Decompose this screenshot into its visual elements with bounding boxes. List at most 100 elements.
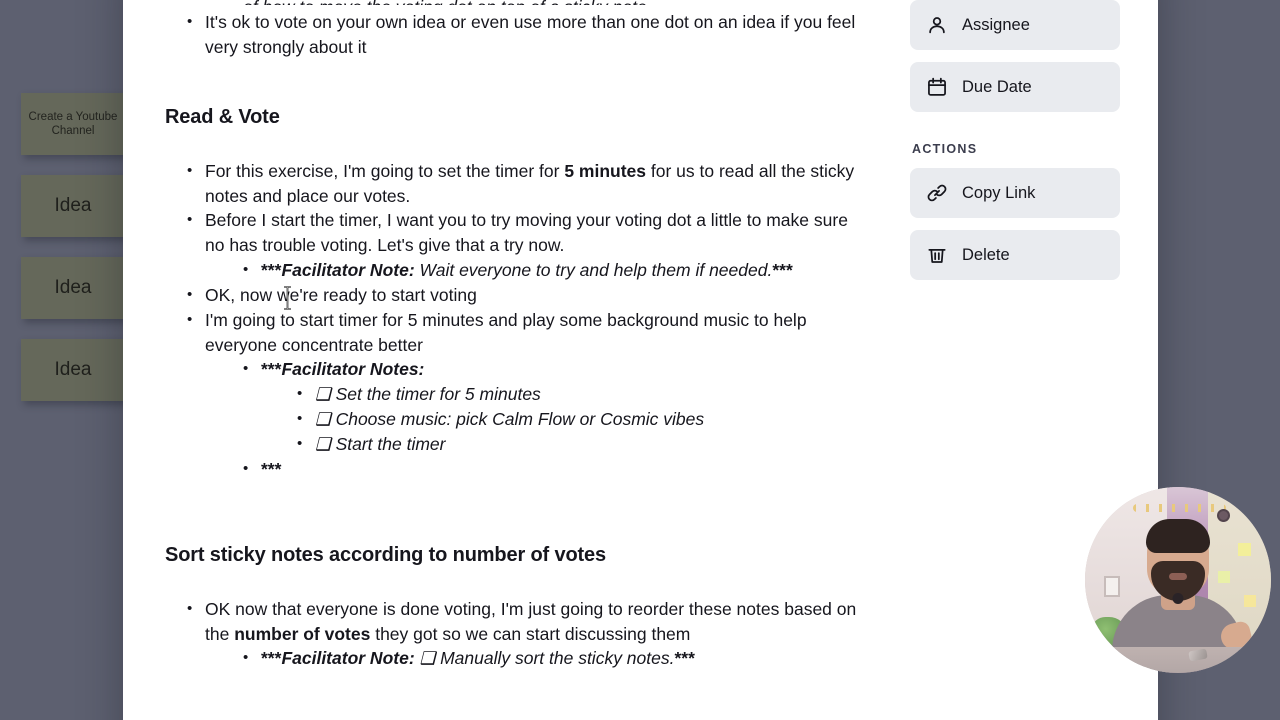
- webcam-video-frame: [1085, 487, 1271, 673]
- assignee-button-label: Assignee: [962, 15, 1030, 34]
- copy-link-button-label: Copy Link: [962, 183, 1036, 202]
- facilitator-note-label: Facilitator Note:: [281, 648, 415, 669]
- list-item-text: I'm going to start timer for 5 minutes a…: [205, 309, 807, 355]
- checkbox-icon[interactable]: ❑: [315, 434, 331, 454]
- bullet-glyph: •: [187, 285, 193, 303]
- checkbox-icon[interactable]: ❑: [315, 384, 331, 404]
- list-item-text: Before I start the timer, I want you to …: [205, 210, 848, 256]
- app-root: Create a Youtube Channel Idea Idea Idea …: [0, 0, 1280, 720]
- bullet-glyph: •: [187, 211, 193, 229]
- facilitator-note: ***Facilitator Note: ❑ Manually sort the…: [261, 646, 865, 671]
- sticky-note[interactable]: Idea: [21, 257, 125, 319]
- text-run: ***: [261, 648, 282, 669]
- list-item-text: It's ok to vote on your own idea or even…: [205, 12, 856, 57]
- list-item: • It's ok to vote on your own idea or ev…: [165, 10, 865, 60]
- presenter-pendant: [1172, 593, 1184, 605]
- facilitator-note-text: ❑ Manually sort the sticky notes.: [414, 648, 675, 669]
- list-item-text: For this exercise, I'm going to set the …: [205, 159, 865, 209]
- facilitator-note-label: Facilitator Notes:: [281, 359, 425, 380]
- text-run: Set the timer for 5 minutes: [335, 384, 541, 405]
- bullet-glyph: •: [187, 599, 193, 617]
- sticky-note-label: Idea: [54, 195, 92, 217]
- wall-sticky-note-decor: [1218, 570, 1231, 583]
- due-date-button-label: Due Date: [962, 77, 1032, 96]
- text-run: ***: [772, 260, 793, 281]
- trash-icon: [926, 244, 948, 266]
- bullet-glyph: •: [243, 459, 249, 477]
- cutoff-line: of how to move the voting dot on top of …: [165, 0, 865, 5]
- bullet-glyph: •: [243, 261, 249, 279]
- bullet-glyph: •: [187, 161, 193, 179]
- checklist-item-text: ❑ Start the timer: [315, 432, 865, 457]
- list-item-text: OK now that everyone is done voting, I'm…: [205, 597, 865, 647]
- webcam-video-bubble[interactable]: [1085, 487, 1271, 673]
- list-item: • For this exercise, I'm going to set th…: [165, 159, 865, 209]
- checklist-item-text: ❑ Set the timer for 5 minutes: [315, 382, 865, 407]
- bullet-glyph: •: [187, 13, 193, 30]
- delete-button[interactable]: Delete: [910, 230, 1120, 280]
- heading-read-and-vote: Read & Vote: [165, 105, 280, 128]
- list-item-text: OK, now we're ready to start voting: [205, 284, 477, 305]
- sticky-note[interactable]: Create a Youtube Channel: [21, 93, 125, 155]
- card-detail-modal: of how to move the voting dot on top of …: [123, 0, 1158, 720]
- list-item: • OK now that everyone is done voting, I…: [165, 597, 865, 647]
- facilitator-notes-heading: ***Facilitator Notes:: [261, 357, 865, 382]
- wall-sticky-note-decor: [1244, 594, 1257, 607]
- bullet-glyph: •: [243, 360, 249, 378]
- desk-surface: [1085, 646, 1271, 673]
- list-item-nested: • ***Facilitator Note: Wait everyone to …: [165, 258, 865, 283]
- copy-link-button[interactable]: Copy Link: [910, 168, 1120, 218]
- facilitator-note: ***Facilitator Note: Wait everyone to tr…: [261, 258, 865, 283]
- text-run: Start the timer: [335, 433, 446, 454]
- bullet-glyph: •: [297, 434, 303, 452]
- bullet-glyph: •: [297, 385, 303, 403]
- sticky-note-label: Idea: [54, 359, 92, 381]
- person-icon: [926, 14, 948, 36]
- checklist-item: • ❑ Start the timer: [165, 432, 865, 457]
- checkbox-icon[interactable]: ❑: [315, 409, 331, 429]
- closing-stars: ***: [261, 458, 282, 479]
- card-sidebar: Assignee Due Date ACTIONS Copy Link Dele…: [910, 0, 1120, 292]
- checklist-item: • ❑ Set the timer for 5 minutes: [165, 382, 865, 407]
- list-item-nested: • ***: [165, 457, 865, 482]
- text-run: ***: [674, 648, 695, 669]
- wall-sticky-note-decor: [1237, 542, 1251, 556]
- picture-frame-decor: [1103, 576, 1120, 598]
- actions-section-label: ACTIONS: [912, 142, 978, 156]
- text-run: ***: [261, 260, 282, 281]
- sticky-note[interactable]: Idea: [21, 175, 125, 237]
- presenter-mouth: [1169, 573, 1187, 581]
- text-run: they got so we can start discussing them: [370, 623, 691, 644]
- assignee-button[interactable]: Assignee: [910, 0, 1120, 50]
- text-emphasis: 5 minutes: [564, 160, 647, 181]
- bullet-glyph: •: [187, 310, 193, 328]
- list-item: • OK, now we're ready to start voting: [165, 283, 865, 308]
- list-item: • I'm going to start timer for 5 minutes…: [165, 308, 865, 358]
- text-run: Choose music: pick Calm Flow or Cosmic v…: [335, 409, 705, 430]
- due-date-button[interactable]: Due Date: [910, 62, 1120, 112]
- string-lights-decor: [1133, 503, 1227, 512]
- list-item-nested: • ***Facilitator Notes:: [165, 357, 865, 382]
- list-item-nested: • ***Facilitator Note: ❑ Manually sort t…: [165, 646, 865, 671]
- calendar-icon: [926, 76, 948, 98]
- sticky-note[interactable]: Idea: [21, 339, 125, 401]
- facilitator-note-text: Wait everyone to try and help them if ne…: [414, 260, 773, 281]
- facilitator-note-label: Facilitator Note:: [281, 260, 415, 281]
- sticky-note-label: Idea: [54, 277, 92, 299]
- text-emphasis: number of votes: [234, 623, 371, 644]
- card-description-document[interactable]: of how to move the voting dot on top of …: [165, 0, 865, 671]
- checklist-item-text: ❑ Choose music: pick Calm Flow or Cosmic…: [315, 407, 865, 432]
- heading-sort-sticky-notes: Sort sticky notes according to number of…: [165, 543, 606, 566]
- link-icon: [926, 182, 948, 204]
- sticky-note-label: Create a Youtube Channel: [28, 110, 118, 137]
- text-run: For this exercise, I'm going to set the …: [205, 160, 565, 181]
- bullet-glyph: •: [297, 410, 303, 428]
- bullet-glyph: •: [243, 649, 249, 667]
- presenter-hair: [1146, 518, 1210, 553]
- delete-button-label: Delete: [962, 245, 1010, 264]
- checklist-item: • ❑ Choose music: pick Calm Flow or Cosm…: [165, 407, 865, 432]
